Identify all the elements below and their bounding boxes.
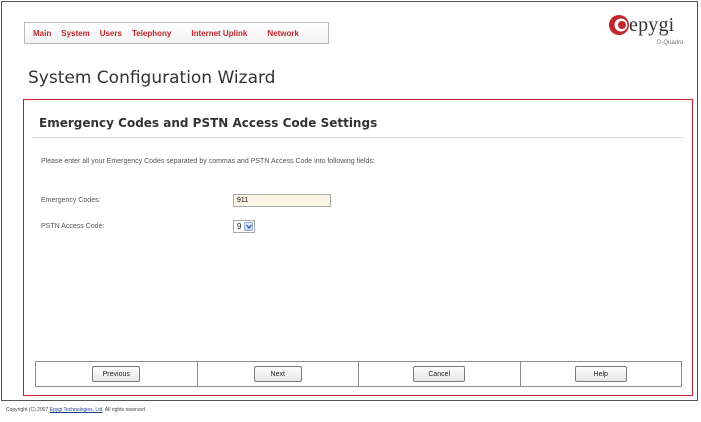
top-menu-bar: Main System Users Telephony Internet Upl… [24, 22, 329, 44]
next-cell: Next [198, 362, 359, 386]
previous-button[interactable]: Previous [92, 366, 141, 382]
company-link[interactable]: Epygi Technologies, Ltd [50, 407, 103, 413]
wizard-panel: Emergency Codes and PSTN Access Code Set… [23, 99, 693, 396]
chevron-down-icon[interactable] [244, 222, 253, 231]
menu-internet-uplink[interactable]: Internet Uplink [191, 29, 247, 38]
wizard-button-bar: Previous Next Cancel Help [35, 361, 682, 387]
previous-cell: Previous [36, 362, 198, 386]
epygi-logo: epygi D-Quadro [607, 13, 687, 47]
pstn-access-code-select[interactable]: 9 [233, 220, 255, 233]
panel-title: Emergency Codes and PSTN Access Code Set… [39, 116, 378, 130]
menu-main[interactable]: Main [33, 29, 51, 38]
menu-users[interactable]: Users [100, 29, 122, 38]
application-frame: Main System Users Telephony Internet Upl… [1, 1, 698, 401]
copyright-footer: Copyright (C) 2007 Epygi Technologies, L… [6, 407, 146, 413]
page-title: System Configuration Wizard [28, 68, 276, 88]
emergency-codes-input[interactable] [233, 194, 331, 207]
copyright-prefix: Copyright (C) 2007 [6, 407, 50, 413]
panel-divider [32, 137, 684, 138]
logo-wordmark: epygi [629, 14, 675, 36]
pstn-access-code-label: PSTN Access Code: [41, 223, 105, 230]
emergency-codes-label: Emergency Codes: [41, 197, 101, 204]
logo-mark-icon [609, 15, 629, 35]
cancel-button[interactable]: Cancel [413, 366, 466, 382]
pstn-access-code-value: 9 [237, 222, 242, 231]
menu-network[interactable]: Network [267, 29, 299, 38]
menu-telephony[interactable]: Telephony [132, 29, 171, 38]
copyright-suffix: . All rights reserved. [102, 407, 147, 413]
menu-system[interactable]: System [61, 29, 89, 38]
next-button[interactable]: Next [253, 366, 302, 382]
logo-subtitle: D-Quadro [657, 40, 684, 46]
help-cell: Help [521, 362, 682, 386]
cancel-cell: Cancel [359, 362, 521, 386]
help-button[interactable]: Help [574, 366, 627, 382]
instructions-text: Please enter all your Emergency Codes se… [41, 158, 375, 165]
